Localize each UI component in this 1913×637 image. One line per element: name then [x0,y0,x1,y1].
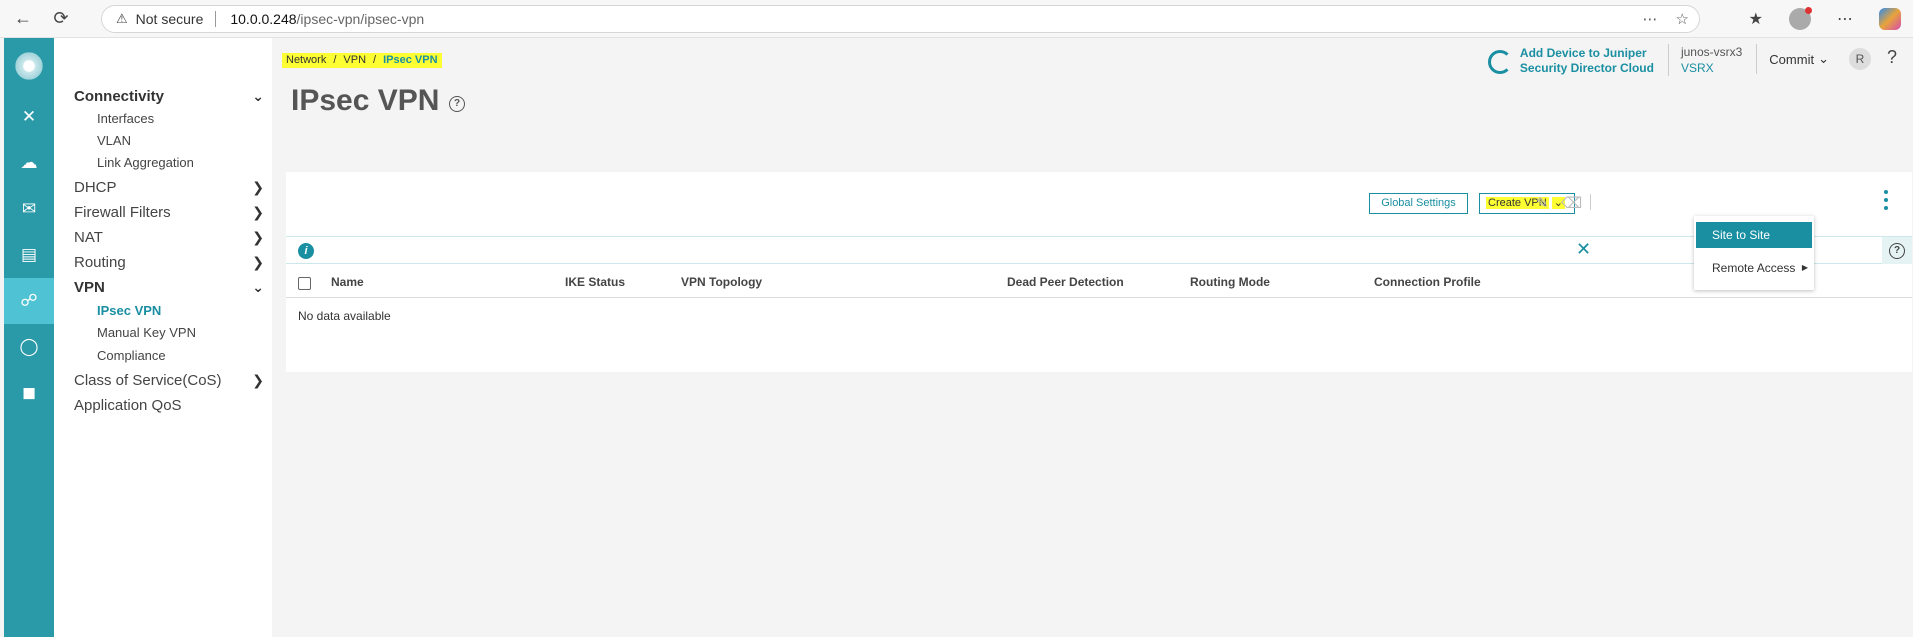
chevron-right-icon: ❯ [252,254,264,270]
sidebar-item-link-aggregation[interactable]: Link Aggregation [97,155,194,170]
sidebar-group-nat[interactable]: NAT ❯ [74,229,264,246]
vpn-grid-panel: Global Settings Create VPN ⌄ ✎ ⌫ i ✕ ? N… [286,172,1912,372]
security-label: Not secure [135,11,204,27]
chevron-down-icon: ⌄ [1818,51,1829,66]
sidebar-item-interfaces[interactable]: Interfaces [97,111,154,126]
device-info: junos-vsrx3 VSRX [1667,44,1756,76]
copilot-icon[interactable] [1879,8,1901,30]
avatar[interactable]: R [1848,48,1871,70]
app-logo [4,38,54,94]
chevron-right-icon: ❯ [252,229,264,245]
device-icon[interactable]: ▤ [4,232,54,278]
column-connection-profile[interactable]: Connection Profile [1374,275,1481,289]
submenu-arrow-icon: ▶ [1801,263,1808,272]
column-vpn-topology[interactable]: VPN Topology [681,275,762,289]
sidebar: Connectivity ⌄ Interfaces VLAN Link Aggre… [54,38,272,637]
close-icon[interactable]: ✕ [1576,239,1591,260]
sidebar-group-application-qos[interactable]: Application QoS [74,397,264,414]
chevron-down-icon: ⌄ [252,88,264,104]
favorites-icon[interactable]: ★ [1749,9,1763,29]
column-routing-mode[interactable]: Routing Mode [1190,275,1270,289]
url-host: 10.0.0.248 [230,11,297,27]
help-icon: ? [1889,242,1905,259]
header-right: Add Device to Juniper Security Director … [1487,44,1913,88]
dashboard-icon[interactable]: ☁ [4,140,54,186]
commit-menu[interactable]: Commit ⌄ [1756,44,1849,74]
breadcrumb: Network / VPN / IPsec VPN [282,53,442,68]
empty-state-text: No data available [298,309,391,323]
global-settings-button[interactable]: Global Settings [1369,193,1468,214]
warning-icon: ⚠ [116,11,128,26]
add-device-jsd-link[interactable]: Add Device to Juniper Security Director … [1487,46,1654,76]
page-menu-icon[interactable]: ⋯ [1643,10,1658,28]
chevron-right-icon: ❯ [252,204,264,220]
more-options-icon[interactable] [1884,190,1888,210]
lock-icon[interactable]: ◼ [4,370,54,416]
chevron-right-icon: ❯ [252,179,264,195]
sidebar-group-vpn[interactable]: VPN ⌄ [74,279,264,296]
security-shield-icon[interactable]: ◯ [4,324,54,370]
sidebar-group-connectivity[interactable]: Connectivity ⌄ [74,88,264,105]
breadcrumb-vpn[interactable]: VPN [343,54,366,67]
address-bar[interactable]: ⚠ Not secure 10.0.0.248/ipsec-vpn/ipsec-… [101,5,1700,33]
column-name[interactable]: Name [331,275,364,289]
sidebar-item-ipsec-vpn[interactable]: IPsec VPN [97,303,161,318]
chevron-down-icon: ⌄ [252,279,264,295]
info-icon: i [298,243,314,259]
sidebar-group-routing[interactable]: Routing ❯ [74,254,264,271]
grid-header: Name IKE Status VPN Topology Dead Peer D… [286,266,1912,298]
refresh-icon[interactable]: ⟳ [42,0,80,38]
edit-pencil-icon[interactable]: ✎ [1536,194,1549,212]
settings-menu-icon[interactable]: ⋯ [1837,9,1853,29]
close-icon[interactable]: ✕ [4,94,54,140]
menu-item-site-to-site[interactable]: Site to Site [1696,222,1812,248]
sidebar-item-compliance[interactable]: Compliance [97,348,166,363]
monitor-icon[interactable]: ✉ [4,186,54,232]
url-path: /ipsec-vpn/ipsec-vpn [296,11,425,27]
profile-icon[interactable] [1789,7,1812,30]
back-icon[interactable]: ← [4,0,42,38]
help-icon[interactable]: ? [449,96,465,112]
help-icon[interactable]: ? [1887,47,1897,68]
create-vpn-dropdown: Site to Site Remote Access ▶ [1694,216,1814,290]
page-title: IPsec VPN [291,84,440,117]
sidebar-item-manual-key-vpn[interactable]: Manual Key VPN [97,325,196,340]
select-all-checkbox[interactable] [298,277,311,290]
browser-toolbar: ← ⟳ ⚠ Not secure 10.0.0.248/ipsec-vpn/ip… [0,0,1913,38]
chevron-right-icon: ❯ [252,372,264,388]
grid-help-button[interactable]: ? [1882,237,1912,264]
sidebar-group-firewall-filters[interactable]: Firewall Filters ❯ [74,204,264,221]
column-dead-peer-detection[interactable]: Dead Peer Detection [1007,275,1124,289]
main-content: Network / VPN / IPsec VPN IPsec VPN ? Ad… [272,38,1913,637]
sidebar-item-vlan[interactable]: VLAN [97,133,131,148]
breadcrumb-ipsec-vpn: IPsec VPN [383,54,438,66]
column-ike-status[interactable]: IKE Status [565,275,625,289]
sidebar-group-cos[interactable]: Class of Service(CoS) ❯ [74,372,264,389]
info-bar: i ✕ ? [286,236,1912,264]
delete-trash-icon[interactable]: ⌫ [1561,194,1582,212]
juniper-cloud-icon [1487,50,1512,74]
device-model: VSRX [1680,61,1714,75]
breadcrumb-network[interactable]: Network [286,54,326,67]
menu-item-remote-access[interactable]: Remote Access ▶ [1696,255,1812,281]
network-icon[interactable]: ☍ [4,278,54,324]
device-name: junos-vsrx3 [1680,45,1743,59]
sidebar-group-dhcp[interactable]: DHCP ❯ [74,179,264,196]
icon-rail: ✕ ☁ ✉ ▤ ☍ ◯ ◼ [4,38,54,637]
favorite-star-icon[interactable]: ☆ [1676,10,1689,28]
flower-logo-icon [13,50,45,82]
